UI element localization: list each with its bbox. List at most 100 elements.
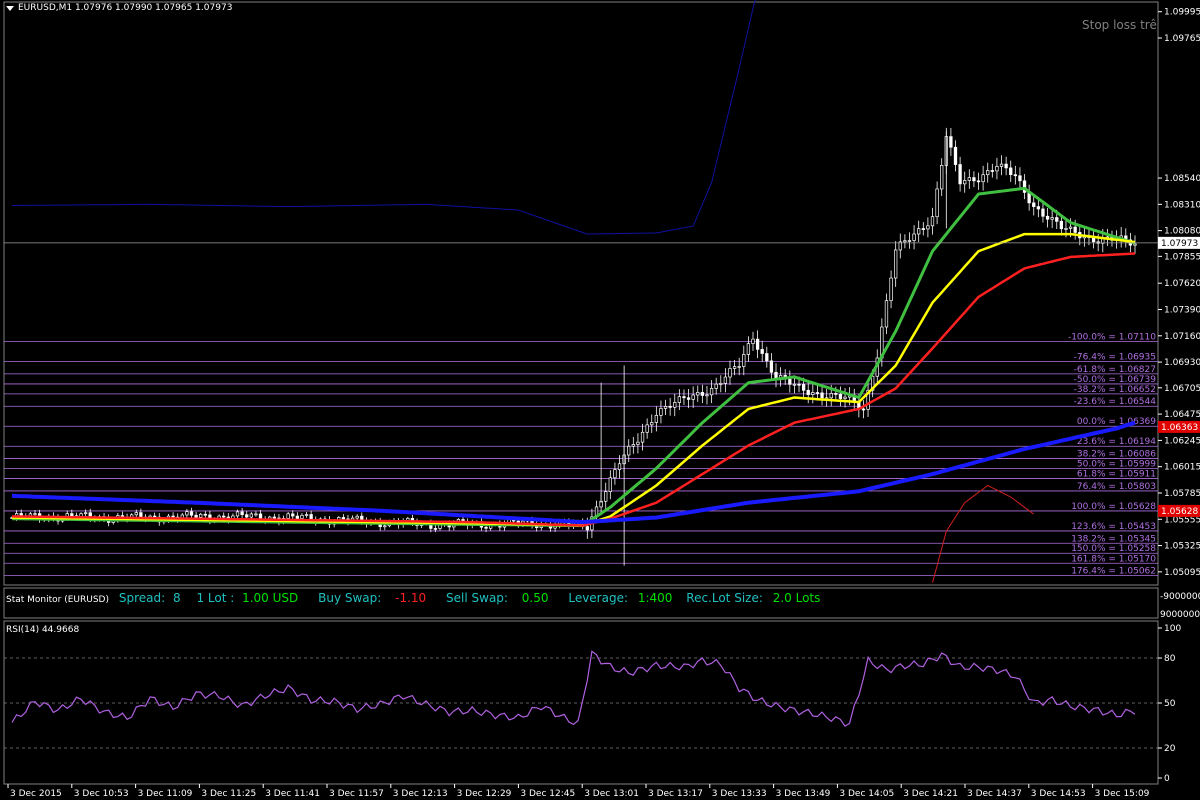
candle-body [995, 166, 999, 172]
candle-body [636, 441, 640, 445]
candle-body [1064, 228, 1068, 230]
candle-body [272, 516, 276, 519]
candle-body [935, 188, 939, 218]
x-tick-label: 3 Dec 14:21 [903, 789, 958, 799]
candle-body [788, 378, 792, 385]
candle-body [811, 392, 815, 395]
stop-loss-annotation: Stop loss trê [1082, 18, 1157, 32]
sell-swap-label: Sell Swap: [446, 591, 508, 605]
symbol-line: EURUSD,M1 1.07976 1.07990 1.07965 1.0797… [18, 3, 233, 13]
rsi-frame [3, 620, 1159, 785]
candle-body [608, 477, 612, 492]
candle-body [691, 394, 695, 400]
candle-body [967, 177, 971, 181]
candle-body [1041, 208, 1045, 217]
candle-body [1004, 163, 1008, 169]
candle-body [254, 513, 258, 516]
y-tick-label: 1.08310 [1164, 200, 1200, 210]
candle-body [986, 170, 990, 176]
candle-body [673, 402, 677, 408]
leverage-label: Leverage: [568, 591, 629, 605]
y-tick-label: 1.09765 [1164, 34, 1200, 44]
candle-body [668, 406, 672, 408]
x-tick-label: 3 Dec 11:41 [265, 789, 320, 799]
candle-body [700, 392, 705, 396]
y-tick-label: 1.06705 [1164, 384, 1200, 394]
candle-body [972, 177, 976, 182]
buy-swap-value: -1.10 [395, 591, 427, 605]
candle-body [742, 354, 746, 367]
candle-body [999, 163, 1004, 167]
candle-body [203, 513, 207, 516]
y-tick-label: 1.07390 [1164, 306, 1200, 316]
y-tick-label: 1.06930 [1164, 358, 1200, 368]
candle-body [677, 396, 682, 403]
series-ma-blue [11, 420, 1136, 525]
red-price-box-label: 1.06363 [1161, 423, 1198, 433]
y-tick-label: 1.09995 [1164, 8, 1200, 18]
candle-body [1018, 175, 1022, 182]
stat-monitor: Stat Monitor (EURUSD) Spread: 8 1 Lot : … [6, 591, 820, 605]
candle-body [806, 389, 810, 395]
fib-label: 38.2% = 1.06086 [1077, 450, 1156, 460]
fib-label: 50.0% = 1.05999 [1077, 460, 1156, 470]
rsi-line [11, 650, 1136, 728]
candle-body [1032, 202, 1036, 207]
candle-body [903, 240, 907, 243]
candle-body [617, 463, 622, 470]
candle-body [686, 397, 691, 400]
rsi-scale-label: 0 [1164, 774, 1170, 784]
candle-body [1009, 167, 1013, 176]
candle-body [723, 376, 728, 384]
candle-body [341, 517, 346, 520]
candle-body [189, 511, 194, 516]
candle-body [433, 528, 438, 530]
rsi-scale-label: 80 [1164, 654, 1176, 664]
candle-body [884, 300, 889, 328]
fib-label: 76.4% = 1.05803 [1077, 482, 1156, 492]
candle-body [894, 249, 898, 279]
candle-body [650, 422, 654, 426]
candle-body [737, 366, 741, 368]
candle-body [663, 406, 668, 409]
candle-body [792, 383, 797, 386]
candle-body [755, 338, 760, 350]
sell-swap-value: 0.50 [521, 591, 549, 605]
symbol-header: EURUSD,M1 1.07976 1.07990 1.07965 1.0797… [6, 3, 232, 13]
x-tick-label: 3 Dec 12:13 [393, 789, 448, 799]
candle-body [953, 146, 958, 165]
candle-body [383, 525, 387, 528]
candle-body [627, 445, 631, 456]
candle-body [300, 514, 304, 519]
fib-label: 138.2% = 1.05345 [1071, 534, 1156, 544]
candle-body [746, 343, 751, 355]
candle-body [295, 515, 300, 519]
candle-body [926, 225, 930, 230]
dropdown-triangle-icon[interactable] [6, 5, 14, 11]
candle-body [709, 388, 714, 396]
rsi-label: RSI(14) 44.9668 [6, 625, 80, 635]
y-tick-label: 1.06245 [1164, 436, 1200, 446]
candle-body [291, 513, 295, 517]
candle-body [889, 277, 893, 302]
candle-body [765, 353, 769, 362]
rsi-scale-label: 20 [1164, 744, 1176, 754]
candle-body [815, 392, 820, 394]
lot-value: 1.00 USD [242, 591, 299, 605]
candle-body [940, 165, 944, 190]
fib-label: 61.8% = 1.05911 [1077, 470, 1156, 480]
chart-root: 1.09995 1.09765 1.08540 1.08310 1.08080 1.078… [3, 0, 1200, 799]
candle-body [797, 383, 801, 386]
candle-body [249, 513, 253, 518]
y-tick-label: 1.05095 [1164, 568, 1200, 578]
fib-label: 100.0% = 1.05628 [1071, 502, 1156, 512]
rec-lot-label: Rec.Lot Size: [686, 591, 763, 605]
candle-body [83, 512, 88, 515]
rsi-scale-label: 50 [1164, 699, 1176, 709]
candle-body [728, 368, 732, 378]
candle-body [769, 360, 774, 373]
candle-body [705, 394, 709, 397]
buy-swap-label: Buy Swap: [318, 591, 382, 605]
candle-body [222, 515, 226, 518]
candle-body [484, 526, 488, 529]
